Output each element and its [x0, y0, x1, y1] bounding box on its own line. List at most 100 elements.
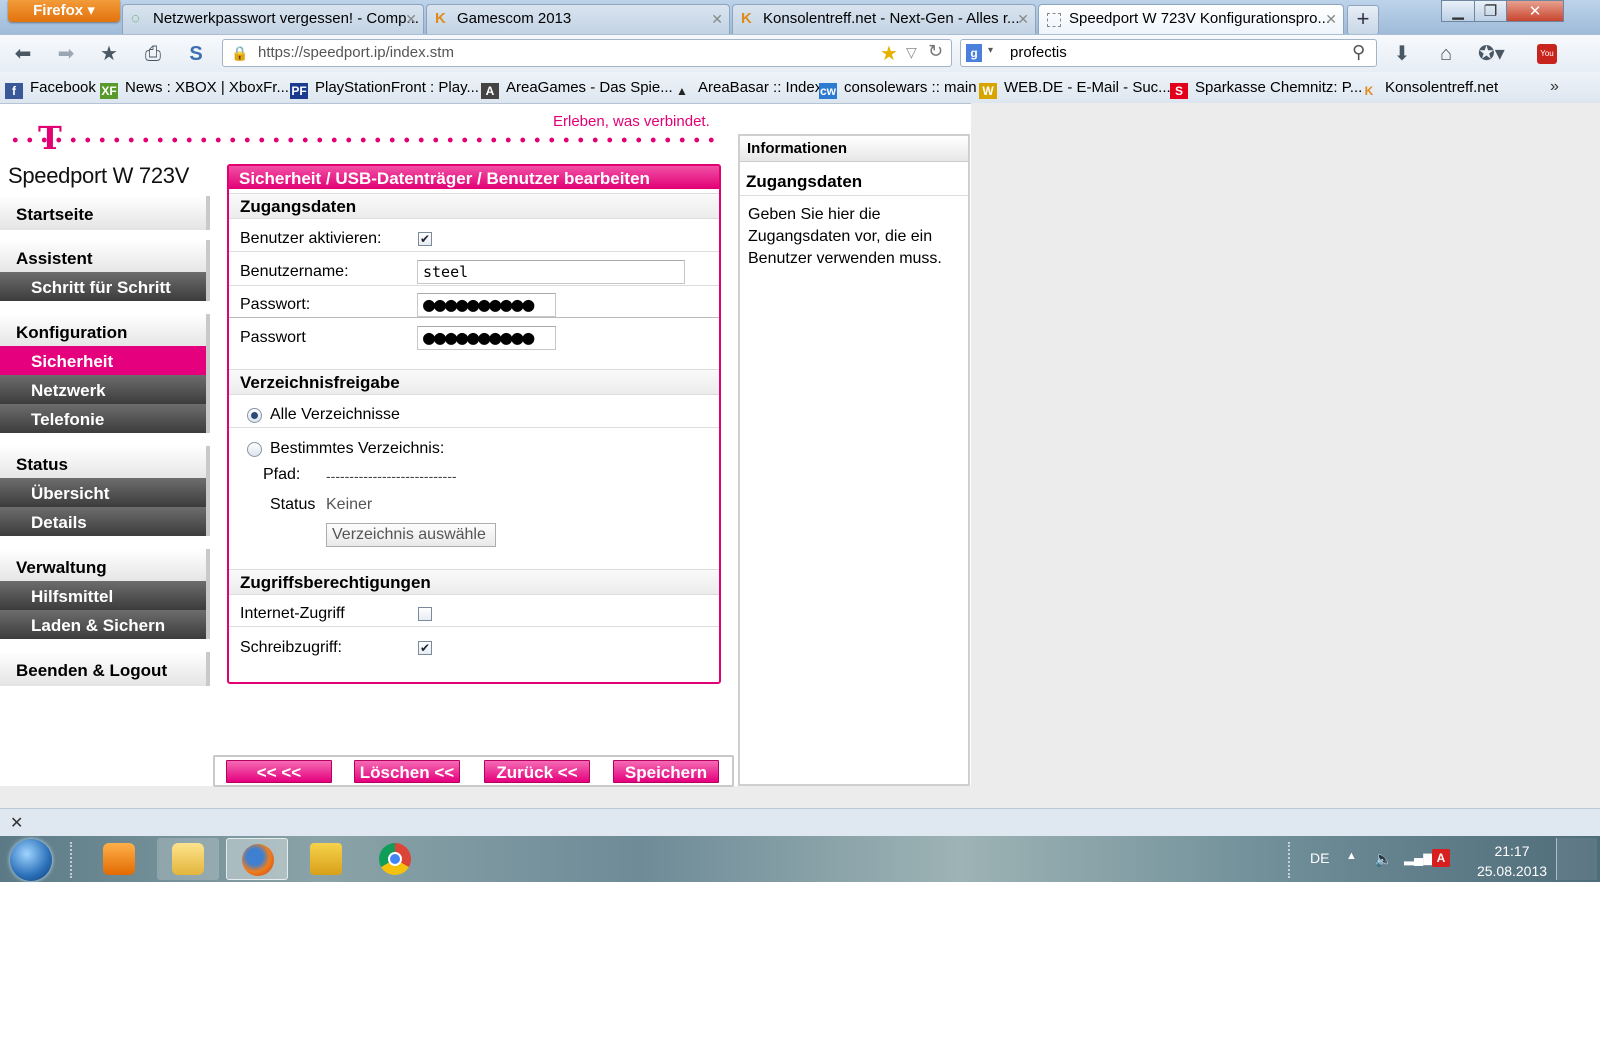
speichern-button[interactable]: Speichern	[613, 760, 719, 783]
sidebar-section-verwaltung[interactable]: Verwaltung	[0, 549, 210, 583]
page-icon	[1047, 13, 1061, 27]
sidebar-item-netzwerk[interactable]: Netzwerk	[0, 375, 210, 404]
youtube-icon[interactable]: You	[1537, 44, 1557, 64]
show-desktop-button[interactable]	[1556, 838, 1597, 880]
bestimmtes-verzeichnis-radio[interactable]	[247, 442, 262, 457]
benutzername-field[interactable]: steel	[417, 260, 685, 284]
benutzer-aktivieren-label: Benutzer aktivieren:	[240, 230, 382, 247]
close-icon[interactable]: ✕	[405, 5, 417, 33]
minimize-button[interactable]: ▁	[1441, 0, 1475, 22]
show-hidden-icons-icon[interactable]: ▲	[1346, 850, 1357, 862]
reload-icon[interactable]: ↻	[928, 41, 943, 62]
pf-icon: PF	[290, 83, 308, 99]
schreibzugriff-checkbox[interactable]: ✔	[418, 641, 432, 655]
taskbar-chrome[interactable]	[364, 838, 426, 880]
tab-gamescom[interactable]: K Gamescom 2013 ✕	[426, 4, 730, 34]
sidebar-section-assistent[interactable]: Assistent	[0, 240, 210, 274]
new-tab-button[interactable]: +	[1347, 5, 1379, 35]
taskbar-explorer[interactable]	[157, 838, 219, 880]
language-indicator[interactable]: DE	[1310, 850, 1329, 866]
clock[interactable]: 21:17 25.08.2013	[1472, 841, 1552, 881]
pfad-value: ----------------------------	[326, 468, 457, 484]
sidebar-item-sicherheit[interactable]: Sicherheit	[0, 346, 210, 375]
bookmark-xbox[interactable]: XF News : XBOX | XboxFr...	[100, 79, 289, 99]
bookmark-areabasar[interactable]: ▲ AreaBasar :: Index	[673, 79, 822, 99]
sidebar-item-schritt[interactable]: Schritt für Schritt	[0, 272, 210, 301]
telekom-dots-divider	[8, 137, 723, 143]
print-icon[interactable]: ⎙	[140, 42, 166, 66]
verzeichnis-auswaehlen-button[interactable]: Verzeichnis auswähle	[326, 523, 496, 547]
close-icon[interactable]: ✕	[711, 5, 723, 33]
skype-icon[interactable]: S	[183, 42, 209, 66]
bookmark-webde[interactable]: W WEB.DE - E-Mail - Suc...	[979, 79, 1171, 99]
bookmark-areagames[interactable]: A AreaGames - Das Spie...	[481, 79, 673, 99]
bookmark-label: PlayStationFront : Play...	[315, 79, 479, 96]
dropdown-icon[interactable]: ▽	[906, 44, 917, 61]
internet-zugriff-checkbox[interactable]	[418, 607, 432, 621]
search-input[interactable]: profectis	[1010, 44, 1067, 61]
back-icon[interactable]: ⬅	[10, 42, 36, 66]
network-icon[interactable]: ▂▄▆	[1404, 850, 1433, 866]
tab-netzwerkpasswort[interactable]: ◌ Netzwerkpasswort vergessen! - Comp... …	[122, 4, 424, 34]
sidebar-item-laden-sichern[interactable]: Laden & Sichern	[0, 610, 210, 639]
sidebar-item-startseite[interactable]: Startseite	[0, 196, 210, 230]
passwort-wiederholen-field[interactable]: ●●●●●●●●●●	[417, 326, 556, 350]
zurueck-button[interactable]: Zurück <<	[484, 760, 590, 783]
passwort-field[interactable]: ●●●●●●●●●●	[417, 293, 556, 317]
tab-label: Speedport W 723V Konfigurationspro...	[1069, 10, 1330, 27]
webde-icon: W	[979, 83, 997, 99]
tab-konsolentreff[interactable]: K Konsolentreff.net - Next-Gen - Alles r…	[732, 4, 1036, 34]
url-text[interactable]: https://speedport.ip/index.stm	[258, 44, 454, 61]
sidebar-section-status[interactable]: Status	[0, 446, 210, 480]
search-icon[interactable]: ⚲	[1352, 42, 1365, 63]
taskbar-firefox[interactable]	[226, 838, 288, 880]
home-icon[interactable]: ⌂	[1433, 42, 1459, 66]
google-icon[interactable]: g	[966, 44, 982, 62]
chrome-icon	[379, 843, 411, 875]
close-icon[interactable]: ✕	[10, 813, 23, 833]
bookmark-label: AreaGames - Das Spie...	[506, 79, 673, 96]
sidebar-item-logout[interactable]: Beenden & Logout	[0, 652, 210, 686]
forward-icon[interactable]: ➡	[53, 42, 79, 66]
bookmark-konsolentreff[interactable]: K Konsolentreff.net	[1360, 79, 1498, 99]
firefox-menu-button[interactable]: Firefox ▾	[8, 0, 120, 22]
bookmark-consolewars[interactable]: cw consolewars :: main	[819, 79, 977, 99]
sidebar-item-telefonie[interactable]: Telefonie	[0, 404, 210, 433]
sidebar-section-konfiguration[interactable]: Konfiguration	[0, 314, 210, 348]
alle-verzeichnisse-radio[interactable]	[247, 408, 262, 423]
benutzer-aktivieren-checkbox[interactable]: ✔	[418, 232, 432, 246]
row-divider	[229, 427, 719, 428]
volume-icon[interactable]: 🔈	[1374, 850, 1393, 868]
sidebar-item-hilfsmittel[interactable]: Hilfsmittel	[0, 581, 210, 610]
bookmark-page-icon[interactable]: ★	[96, 42, 122, 66]
star-icon[interactable]: ★	[880, 41, 898, 66]
antivirus-icon[interactable]: A	[1432, 849, 1450, 867]
firefox-icon	[242, 844, 274, 876]
bookmark-label: consolewars :: main	[844, 79, 977, 96]
close-window-button[interactable]: ✕	[1506, 0, 1564, 22]
bookmark-sparkasse[interactable]: S Sparkasse Chemnitz: P...	[1170, 79, 1362, 99]
page-background-right	[971, 103, 1600, 808]
bookmark-playstationfront[interactable]: PF PlayStationFront : Play...	[290, 79, 479, 99]
chevron-down-icon[interactable]: ▾	[988, 45, 993, 56]
sidebar-item-uebersicht[interactable]: Übersicht	[0, 478, 210, 507]
back-button[interactable]: << <<	[226, 760, 332, 783]
maximize-button[interactable]: ❐	[1474, 0, 1507, 22]
sidebar-item-details[interactable]: Details	[0, 507, 210, 536]
sidebar-item-label: Konfiguration	[16, 323, 128, 342]
taskbar-media-player[interactable]	[88, 838, 150, 880]
close-icon[interactable]: ✕	[1017, 5, 1029, 33]
chevron-right-icon[interactable]: »	[1550, 78, 1559, 96]
bookmark-facebook[interactable]: f Facebook	[5, 79, 96, 99]
lock-icon: 🔒	[231, 45, 249, 61]
close-icon[interactable]: ✕	[1325, 5, 1337, 33]
start-button[interactable]	[10, 839, 52, 881]
sidebar-item-label: Hilfsmittel	[31, 587, 114, 606]
sidebar-item-label: Schritt für Schritt	[31, 278, 171, 297]
tab-speedport[interactable]: Speedport W 723V Konfigurationspro... ✕	[1038, 4, 1344, 34]
bookmarks-menu-icon[interactable]: ✪▾	[1478, 42, 1505, 66]
main-panel-title: Sicherheit / USB-Datenträger / Benutzer …	[229, 166, 719, 189]
taskbar-tools[interactable]	[295, 838, 357, 880]
loeschen-button[interactable]: Löschen <<	[354, 760, 460, 783]
download-icon[interactable]: ⬇	[1389, 42, 1415, 66]
